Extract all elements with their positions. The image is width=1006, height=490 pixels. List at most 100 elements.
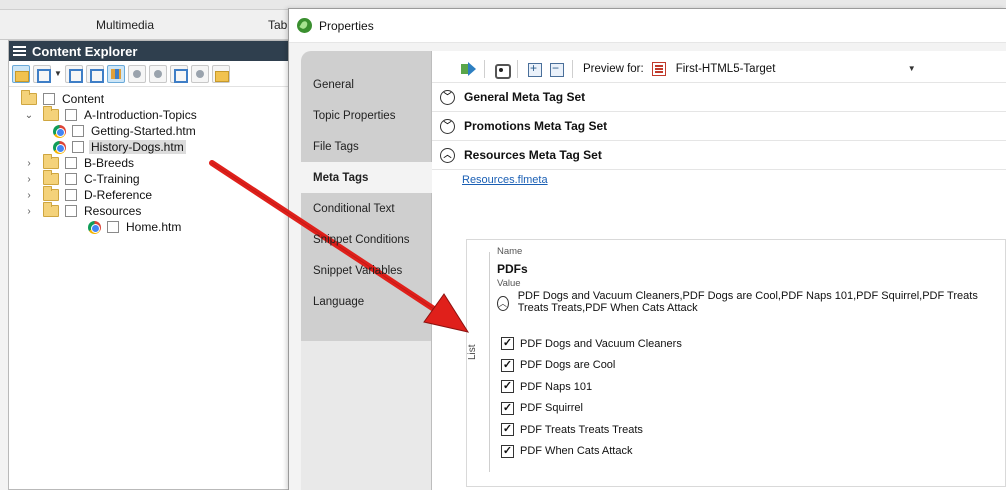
checklist-item-label: PDF Treats Treats Treats bbox=[520, 423, 643, 436]
checkbox[interactable]: ✓ bbox=[501, 423, 514, 436]
tree-item[interactable]: › B-Breeds bbox=[9, 154, 292, 171]
expand-icon[interactable]: ﹀ bbox=[440, 89, 455, 105]
chevron-down-icon: ▼ bbox=[907, 64, 916, 73]
checkbox[interactable] bbox=[107, 221, 119, 233]
list-rail: List bbox=[467, 240, 489, 488]
tab-snippet-conditions[interactable]: Snippet Conditions bbox=[301, 224, 431, 255]
expand-all-icon[interactable] bbox=[526, 61, 542, 77]
collapse-icon[interactable]: ︿ bbox=[497, 296, 509, 311]
collapse-all-icon[interactable] bbox=[548, 61, 564, 77]
checkbox[interactable]: ✓ bbox=[501, 337, 514, 350]
screen: Multimedia Tabl Content Explorer ▼ Conte… bbox=[0, 0, 1006, 490]
properties-title: Properties bbox=[319, 18, 374, 33]
sync-arrow-icon[interactable] bbox=[460, 61, 476, 77]
properties-tabs: General Topic Properties File Tags Meta Tag… bbox=[301, 51, 432, 490]
grid-view-icon[interactable] bbox=[107, 64, 125, 83]
meta-tag-set-label: Resources Meta Tag Set bbox=[464, 148, 602, 162]
chrome-icon bbox=[53, 124, 66, 138]
checkbox[interactable] bbox=[72, 125, 84, 137]
tree-item-label: History-Dogs.htm bbox=[89, 140, 186, 154]
value-summary-text: PDF Dogs and Vacuum Cleaners,PDF Dogs ar… bbox=[517, 290, 978, 314]
tree-item[interactable]: › D-Reference bbox=[9, 186, 292, 203]
folder-view-icon[interactable] bbox=[12, 64, 30, 83]
content-tree: Content ⌄ A-Introduction-Topics Getting-Sta… bbox=[9, 87, 292, 235]
checkbox[interactable] bbox=[65, 205, 77, 217]
chevron-icon[interactable]: › bbox=[23, 158, 35, 169]
tree-item[interactable]: › Resources bbox=[9, 202, 292, 219]
chevron-icon[interactable]: ⌄ bbox=[23, 110, 35, 121]
checklist-item-label: PDF When Cats Attack bbox=[520, 445, 633, 457]
properties-window: Properties General Topic Properties File T… bbox=[288, 8, 1006, 490]
checklist-item[interactable]: ✓ PDF When Cats Attack bbox=[501, 444, 633, 458]
ribbon-tab-table[interactable]: Tabl bbox=[268, 18, 290, 32]
find-icon[interactable] bbox=[191, 64, 209, 83]
tab-topic-properties[interactable]: Topic Properties bbox=[301, 100, 431, 131]
checkbox[interactable] bbox=[65, 189, 77, 201]
resources-file-link[interactable]: Resources.flmeta bbox=[432, 174, 1006, 186]
menu-icon[interactable] bbox=[13, 46, 26, 56]
checklist-item[interactable]: ✓ PDF Naps 101 bbox=[501, 380, 592, 393]
checklist-item-label: PDF Dogs and Vacuum Cleaners bbox=[520, 337, 682, 350]
meta-tag-set-header[interactable]: ︿ Resources Meta Tag Set bbox=[432, 141, 1006, 170]
tab-snippet-variables[interactable]: Snippet Variables bbox=[301, 255, 431, 286]
meta-tag-set-header[interactable]: ﹀ General Meta Tag Set bbox=[432, 83, 1006, 112]
chevron-icon[interactable]: › bbox=[23, 206, 35, 217]
checklist-item[interactable]: ✓ PDF Squirrel bbox=[501, 401, 583, 415]
folder-icon bbox=[43, 154, 59, 169]
tree-item[interactable]: Home.htm bbox=[9, 219, 292, 235]
expand-icon[interactable]: ﹀ bbox=[440, 118, 455, 134]
tree-item-label: A-Introduction-Topics bbox=[84, 108, 197, 122]
ribbon-tabs: Multimedia Tabl bbox=[0, 10, 300, 40]
link-icon[interactable] bbox=[128, 64, 146, 83]
open-icon[interactable] bbox=[170, 64, 188, 83]
meta-tag-set-header[interactable]: ﹀ Promotions Meta Tag Set bbox=[432, 112, 1006, 141]
meta-tag-set-label: General Meta Tag Set bbox=[464, 90, 586, 104]
layout-icon[interactable] bbox=[33, 64, 51, 83]
chevron-down-icon[interactable]: ▼ bbox=[54, 65, 62, 83]
target-select[interactable]: First-HTML5-Target ▼ bbox=[672, 59, 922, 79]
tree-item[interactable]: Getting-Started.htm bbox=[9, 123, 292, 139]
tab-general[interactable]: General bbox=[301, 69, 431, 100]
checkbox[interactable] bbox=[65, 157, 77, 169]
tree-item[interactable]: History-Dogs.htm bbox=[9, 139, 292, 155]
checkbox[interactable] bbox=[72, 141, 84, 153]
folder-icon bbox=[43, 106, 59, 121]
tab-language[interactable]: Language bbox=[301, 286, 431, 317]
checkbox[interactable]: ✓ bbox=[501, 401, 514, 415]
tree-item-label: Getting-Started.htm bbox=[91, 124, 196, 138]
folder-icon bbox=[21, 90, 37, 105]
meta-tags-content: Preview for: First-HTML5-Target ▼ ﹀ Gener… bbox=[431, 51, 1006, 490]
checklist-item[interactable]: ✓ PDF Dogs are Cool bbox=[501, 358, 615, 372]
chrome-icon bbox=[88, 220, 101, 234]
toolbar-separator bbox=[572, 59, 573, 78]
checkbox[interactable]: ✓ bbox=[501, 444, 514, 458]
checkbox[interactable]: ✓ bbox=[501, 358, 514, 372]
tab-conditional-text[interactable]: Conditional Text bbox=[301, 193, 431, 224]
expand-all-icon[interactable] bbox=[65, 64, 83, 83]
collapse-all-icon[interactable] bbox=[86, 64, 104, 83]
content-explorer-header: Content Explorer bbox=[9, 41, 292, 61]
checkbox[interactable]: ✓ bbox=[501, 380, 514, 393]
collapse-icon[interactable]: ︿ bbox=[440, 147, 455, 163]
folder-icon bbox=[43, 186, 59, 201]
tree-item[interactable]: ⌄ A-Introduction-Topics bbox=[9, 106, 292, 123]
checklist-item[interactable]: ✓ PDF Treats Treats Treats bbox=[501, 423, 643, 436]
checkbox[interactable] bbox=[65, 173, 77, 185]
target-icon bbox=[651, 61, 666, 76]
tree-item[interactable]: › C-Training bbox=[9, 170, 292, 187]
tree-item[interactable]: Content bbox=[9, 90, 292, 107]
chevron-icon[interactable]: › bbox=[23, 174, 35, 185]
chevron-icon[interactable]: › bbox=[23, 190, 35, 201]
new-folder-icon[interactable] bbox=[212, 64, 230, 83]
checkbox[interactable] bbox=[43, 93, 55, 105]
value-summary[interactable]: ︿ PDF Dogs and Vacuum Cleaners,PDF Dogs … bbox=[497, 290, 997, 314]
tab-file-tags[interactable]: File Tags bbox=[301, 131, 431, 162]
tree-item-label: C-Training bbox=[84, 172, 140, 186]
tab-meta-tags[interactable]: Meta Tags bbox=[301, 162, 432, 193]
tree-item-label: Content bbox=[62, 92, 105, 106]
browser-icon[interactable] bbox=[149, 64, 167, 83]
checklist-item[interactable]: ✓ PDF Dogs and Vacuum Cleaners bbox=[501, 337, 682, 350]
checkbox[interactable] bbox=[65, 109, 77, 121]
ribbon-tab-multimedia[interactable]: Multimedia bbox=[96, 18, 154, 32]
preview-icon[interactable] bbox=[493, 61, 511, 79]
